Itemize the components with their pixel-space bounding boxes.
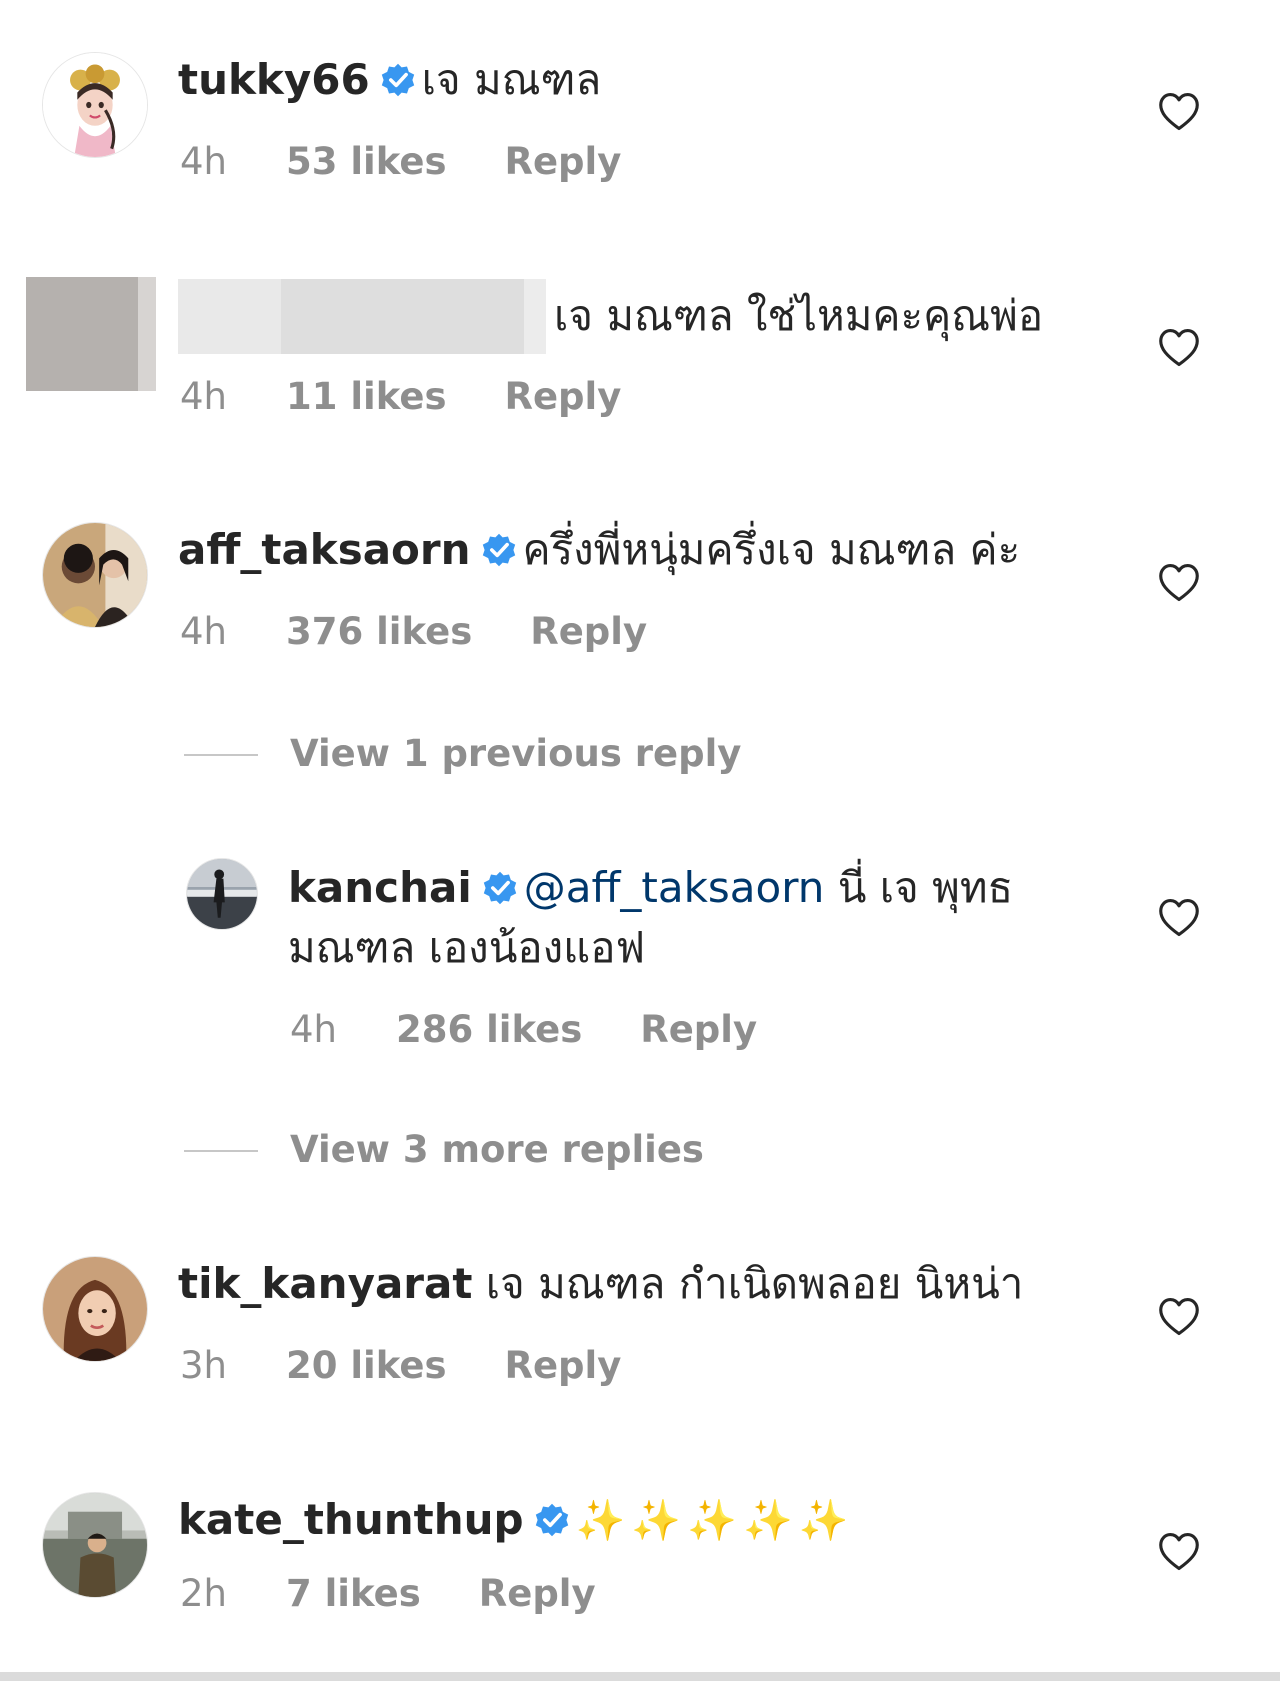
mention-link[interactable]: @aff_taksaorn bbox=[524, 863, 825, 912]
verified-badge-icon bbox=[481, 532, 517, 568]
heart-outline-icon[interactable] bbox=[1158, 1532, 1200, 1572]
comment-text-continued: มณฑล เองน้องแอฟ bbox=[288, 923, 646, 972]
thread-line bbox=[184, 754, 258, 756]
comment-username[interactable]: kanchai bbox=[288, 863, 472, 912]
heart-outline-icon[interactable] bbox=[1158, 898, 1200, 938]
bottom-divider bbox=[0, 1672, 1280, 1681]
thread-line bbox=[184, 1150, 258, 1152]
reply-button[interactable]: Reply bbox=[530, 610, 647, 654]
comment-meta: 2h 7 likes Reply bbox=[180, 1572, 596, 1616]
avatar[interactable] bbox=[42, 522, 148, 628]
comment-meta: 4h 53 likes Reply bbox=[180, 140, 621, 184]
avatar[interactable] bbox=[186, 858, 258, 930]
redacted-username bbox=[178, 279, 546, 354]
comment-time: 4h bbox=[290, 1008, 337, 1051]
comment-meta: 4h 286 likes Reply bbox=[290, 1008, 757, 1052]
redacted-avatar bbox=[26, 277, 156, 391]
comment-time: 2h bbox=[180, 1572, 227, 1615]
comment-meta: 4h 11 likes Reply bbox=[180, 375, 621, 419]
comment-text: นี่ เจ พุทธ bbox=[837, 863, 1014, 912]
comment-body: kate_thunthup ✨✨✨✨✨ bbox=[178, 1492, 855, 1549]
comment-time: 4h bbox=[180, 140, 227, 183]
comment-body: aff_taksaorn ครึ่งพี่หนุ่มครึ่งเจ มณฑล ค่… bbox=[178, 522, 1020, 578]
comment-meta: 4h 376 likes Reply bbox=[180, 610, 647, 654]
view-more-label: View 3 more replies bbox=[290, 1128, 704, 1171]
reply-button[interactable]: Reply bbox=[504, 375, 621, 419]
reply-button[interactable]: Reply bbox=[640, 1008, 757, 1052]
verified-badge-icon bbox=[482, 870, 518, 906]
comment-time: 4h bbox=[180, 610, 227, 653]
avatar[interactable] bbox=[42, 1492, 148, 1598]
reply-body: kanchai @aff_taksaorn นี่ เจ พุทธ bbox=[288, 860, 1013, 916]
comment-username[interactable]: kate_thunthup bbox=[178, 1495, 524, 1544]
comment-username[interactable]: aff_taksaorn bbox=[178, 525, 471, 574]
verified-badge-icon bbox=[380, 62, 416, 98]
likes-count[interactable]: 376 likes bbox=[286, 610, 472, 654]
likes-count[interactable]: 20 likes bbox=[286, 1344, 446, 1388]
heart-outline-icon[interactable] bbox=[1158, 92, 1200, 132]
likes-count[interactable]: 286 likes bbox=[396, 1008, 582, 1052]
comment-body: tukky66 เจ มณฑล bbox=[178, 52, 601, 108]
comment-username[interactable]: tik_kanyarat bbox=[178, 1259, 472, 1308]
reply-body-line2: มณฑล เองน้องแอฟ bbox=[288, 920, 645, 976]
reply-button[interactable]: Reply bbox=[504, 1344, 621, 1388]
comment-text: เจ มณฑล กำเนิดพลอย นิหน่า bbox=[485, 1259, 1024, 1308]
likes-count[interactable]: 7 likes bbox=[286, 1572, 421, 1616]
heart-outline-icon[interactable] bbox=[1158, 563, 1200, 603]
comment-time: 4h bbox=[180, 375, 227, 418]
comment-body: tik_kanyarat เจ มณฑล กำเนิดพลอย นิหน่า bbox=[178, 1256, 1023, 1312]
comment-username[interactable]: tukky66 bbox=[178, 55, 370, 104]
comment-time: 3h bbox=[180, 1344, 227, 1387]
comment-text: เจ มณฑล bbox=[421, 55, 602, 104]
verified-badge-icon bbox=[534, 1502, 570, 1538]
comment-meta: 3h 20 likes Reply bbox=[180, 1344, 621, 1388]
comment-text: เจ มณฑล ใช่ไหมคะคุณพ่อ bbox=[554, 291, 1044, 340]
avatar[interactable] bbox=[42, 52, 148, 158]
likes-count[interactable]: 11 likes bbox=[286, 375, 446, 419]
reply-button[interactable]: Reply bbox=[479, 1572, 596, 1616]
sparkles-emoji: ✨✨✨✨✨ bbox=[575, 1498, 855, 1544]
comment-body: เจ มณฑล ใช่ไหมคะคุณพ่อ bbox=[554, 288, 1043, 344]
view-previous-label: View 1 previous reply bbox=[290, 732, 742, 775]
heart-outline-icon[interactable] bbox=[1158, 1297, 1200, 1337]
avatar[interactable] bbox=[42, 1256, 148, 1362]
comment-text: ครึ่งพี่หนุ่มครึ่งเจ มณฑล ค่ะ bbox=[522, 525, 1021, 574]
likes-count[interactable]: 53 likes bbox=[286, 140, 446, 184]
reply-button[interactable]: Reply bbox=[504, 140, 621, 184]
heart-outline-icon[interactable] bbox=[1158, 328, 1200, 368]
